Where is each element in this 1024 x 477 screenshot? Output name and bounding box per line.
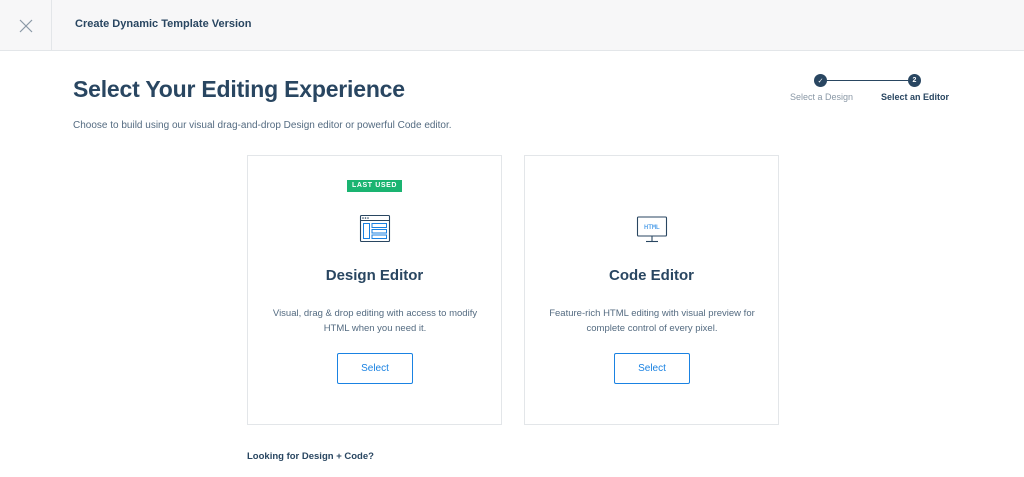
code-editor-card: HTML Code Editor Feature-rich HTML editi…: [524, 155, 779, 425]
page-subtitle: Choose to build using our visual drag-an…: [73, 120, 452, 131]
topbar-title: Create Dynamic Template Version: [75, 18, 252, 30]
html-monitor-icon: HTML: [635, 212, 669, 246]
design-editor-card: LAST USED Design Editor Visual, drag & d…: [247, 155, 502, 425]
design-editor-select-button[interactable]: Select: [337, 353, 413, 384]
last-used-badge: LAST USED: [347, 180, 403, 192]
step-label-select-editor: Select an Editor: [881, 92, 950, 102]
step-label-select-design[interactable]: Select a Design: [790, 92, 853, 102]
close-button[interactable]: [0, 0, 52, 51]
stepper-connector-line: [826, 80, 908, 81]
step-complete-check-icon: ✓: [814, 74, 827, 87]
design-editor-description: Visual, drag & drop editing with access …: [272, 308, 478, 334]
close-icon: [19, 19, 32, 32]
code-editor-select-button[interactable]: Select: [614, 353, 690, 384]
page-title: Select Your Editing Experience: [73, 76, 405, 102]
design-plus-code-link[interactable]: Looking for Design + Code?: [247, 451, 374, 462]
code-editor-title: Code Editor: [609, 267, 694, 284]
design-editor-title: Design Editor: [325, 267, 424, 284]
design-editor-icon: [358, 212, 392, 246]
step-number-badge: 2: [908, 74, 921, 87]
html-icon-label: HTML: [644, 223, 660, 231]
code-editor-description: Feature-rich HTML editing with visual pr…: [549, 308, 755, 334]
top-bar: Create Dynamic Template Version: [0, 0, 1024, 51]
progress-stepper: ✓ 2 Select a Design Select an Editor: [780, 74, 970, 108]
